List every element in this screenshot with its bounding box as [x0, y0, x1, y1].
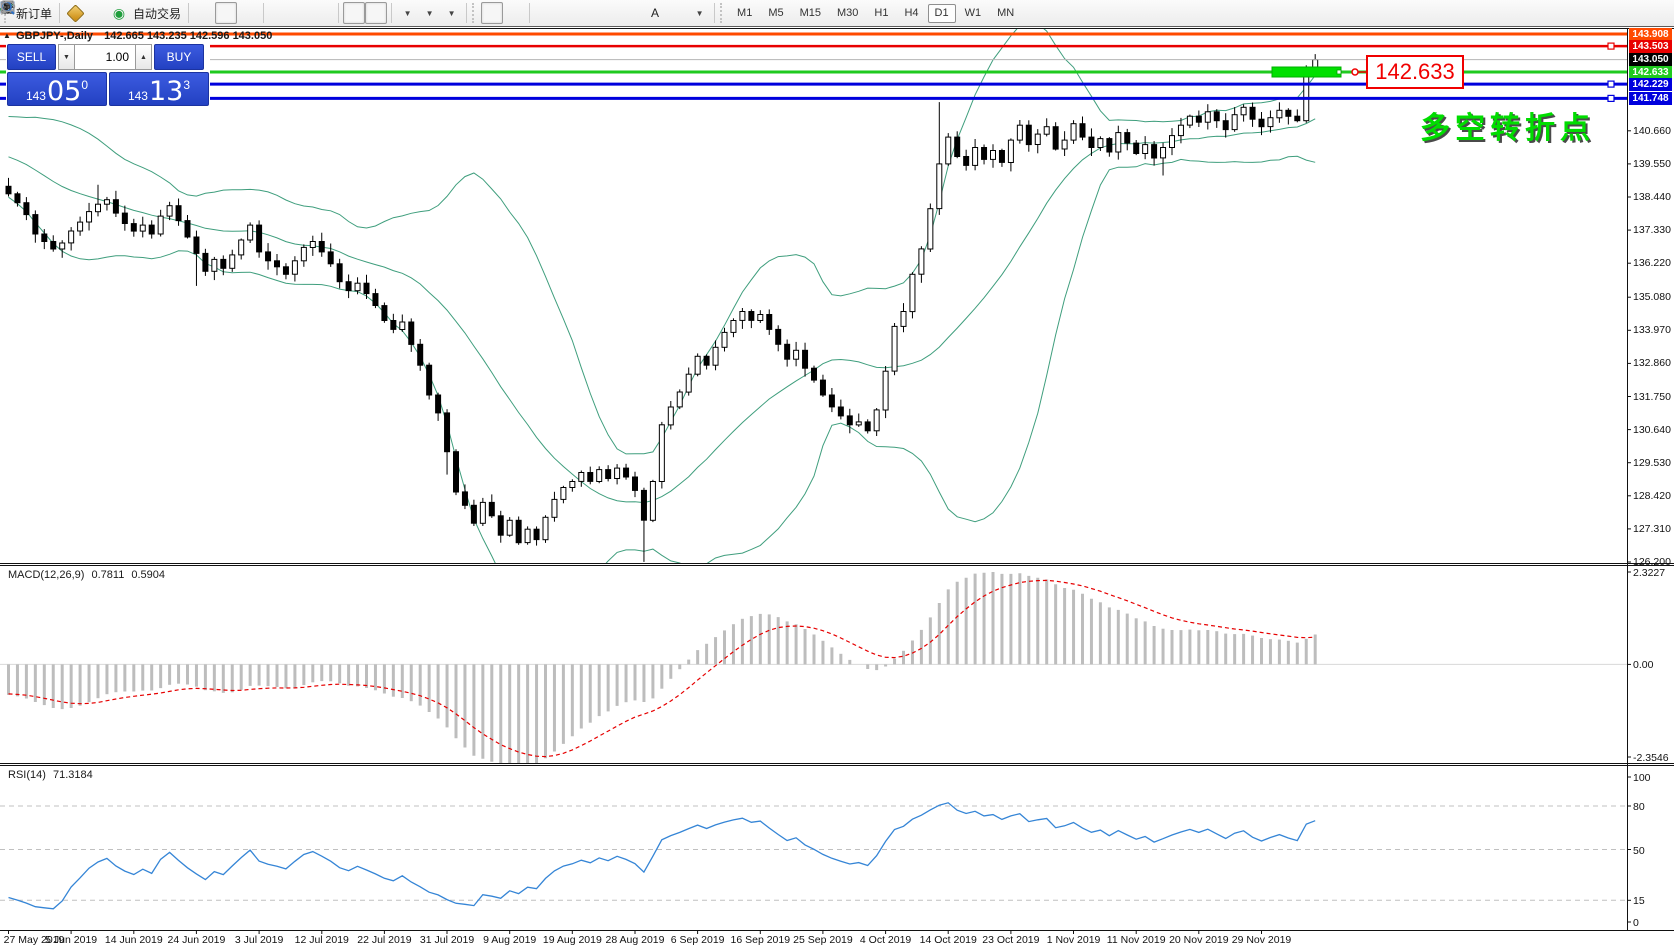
- date-label: 23 Oct 2019: [982, 934, 1039, 946]
- buy-price-pip: 3: [183, 78, 190, 92]
- rsi-scale-label: 100: [1633, 772, 1651, 784]
- volume-decrease-button[interactable]: ▼: [58, 44, 75, 70]
- macd-pane: [0, 572, 1627, 766]
- chart-annotation-text: 多空转折点: [1420, 103, 1595, 147]
- one-click-trading-panel: SELL ▼ 1.00 ▲ BUY 143 05 0 143 13 3: [6, 43, 210, 107]
- rsi-scale-label: 50: [1633, 845, 1645, 857]
- price-level-label: 143.908: [1629, 28, 1672, 41]
- chart-title: GBPJPY-,Daily 142.665 143.235 142.596 14…: [16, 30, 272, 42]
- price-tick-label: 140.660: [1633, 125, 1671, 137]
- chart-objects: [1272, 67, 1366, 77]
- date-label: 5 Jun 2019: [45, 934, 97, 946]
- sell-price-prefix: 143: [26, 88, 46, 104]
- symbol-period-label: GBPJPY-,Daily: [16, 30, 93, 42]
- buy-price-prefix: 143: [128, 88, 148, 104]
- price-tick-label: 129.530: [1633, 457, 1671, 469]
- price-level-label: 143.050: [1629, 53, 1672, 66]
- pane-borders: [0, 28, 1674, 934]
- buy-price-main: 13: [149, 79, 183, 104]
- macd-scale-label: -2.3546: [1633, 752, 1669, 764]
- date-label: 29 Nov 2019: [1232, 934, 1292, 946]
- date-label: 20 Nov 2019: [1169, 934, 1229, 946]
- date-label: 25 Sep 2019: [793, 934, 853, 946]
- callout-anchor: [1352, 69, 1358, 75]
- macd-value-signal: 0.5904: [131, 569, 165, 581]
- date-label: 1 Nov 2019: [1047, 934, 1101, 946]
- date-label: 9 Aug 2019: [483, 934, 536, 946]
- price-tick-label: 132.860: [1633, 357, 1671, 369]
- price-tick-label: 138.440: [1633, 191, 1671, 203]
- date-label: 6 Sep 2019: [671, 934, 725, 946]
- buy-price-display[interactable]: 143 13 3: [109, 72, 209, 106]
- date-label: 28 Aug 2019: [606, 934, 665, 946]
- collapse-chart-icon[interactable]: ▲: [3, 31, 11, 40]
- date-label: 4 Oct 2019: [860, 934, 911, 946]
- price-tick-label: 137.330: [1633, 224, 1671, 236]
- date-label: 3 Jul 2019: [235, 934, 283, 946]
- candlestick-series: [6, 54, 1318, 562]
- highlight-rectangle: [1272, 67, 1341, 77]
- sell-price-main: 05: [47, 79, 81, 104]
- price-tick-label: 136.220: [1633, 257, 1671, 269]
- price-level-label: 142.633: [1629, 66, 1672, 79]
- price-level-label: 142.229: [1629, 78, 1672, 91]
- price-tick-label: 128.420: [1633, 490, 1671, 502]
- rsi-scale-label: 15: [1633, 895, 1645, 907]
- sell-price-pip: 0: [81, 78, 88, 92]
- macd-histogram: [9, 572, 1316, 766]
- price-tick-label: 127.310: [1633, 523, 1671, 535]
- ohlc-values: 142.665 143.235 142.596 143.050: [104, 30, 272, 42]
- rsi-value: 71.3184: [53, 769, 93, 781]
- volume-increase-button[interactable]: ▲: [135, 44, 152, 70]
- date-label: 14 Oct 2019: [920, 934, 977, 946]
- buy-button[interactable]: BUY: [154, 44, 204, 70]
- macd-pane-label: MACD(12,26,9) 0.7811 0.5904: [8, 569, 165, 581]
- macd-value-main: 0.7811: [91, 569, 124, 581]
- price-level-label: 141.748: [1629, 92, 1672, 105]
- price-tick-label: 133.970: [1633, 324, 1671, 336]
- rsi-pane-label: RSI(14) 71.3184: [8, 769, 93, 781]
- date-label: 14 Jun 2019: [105, 934, 163, 946]
- price-tick-label: 135.080: [1633, 291, 1671, 303]
- date-label: 16 Sep 2019: [731, 934, 791, 946]
- price-callout-box: 142.633: [1366, 55, 1464, 89]
- date-label: 22 Jul 2019: [357, 934, 411, 946]
- rsi-line: [9, 803, 1316, 909]
- price-tick-label: 130.640: [1633, 424, 1671, 436]
- sell-button[interactable]: SELL: [7, 44, 56, 70]
- rsi-pane: [0, 803, 1627, 909]
- date-label: 24 Jun 2019: [168, 934, 226, 946]
- date-label: 12 Jul 2019: [295, 934, 349, 946]
- price-tick-label: 139.550: [1633, 158, 1671, 170]
- rsi-scale-label: 80: [1633, 801, 1645, 813]
- volume-input[interactable]: 1.00: [75, 44, 135, 70]
- price-pane: [9, 23, 1316, 620]
- macd-scale-label: 2.3227: [1633, 567, 1665, 579]
- price-tick-label: 131.750: [1633, 391, 1671, 403]
- date-label: 19 Aug 2019: [543, 934, 602, 946]
- rsi-scale-label: 0: [1633, 917, 1639, 929]
- bollinger-lower: [9, 156, 1316, 620]
- macd-scale-label: 0.00: [1633, 659, 1653, 671]
- mt4-window: 新订单 ◉ 自动交易: [0, 0, 1674, 950]
- sell-price-display[interactable]: 143 05 0: [7, 72, 107, 106]
- date-label: 31 Jul 2019: [420, 934, 474, 946]
- date-label: 11 Nov 2019: [1107, 934, 1166, 946]
- price-level-label: 143.503: [1629, 40, 1672, 53]
